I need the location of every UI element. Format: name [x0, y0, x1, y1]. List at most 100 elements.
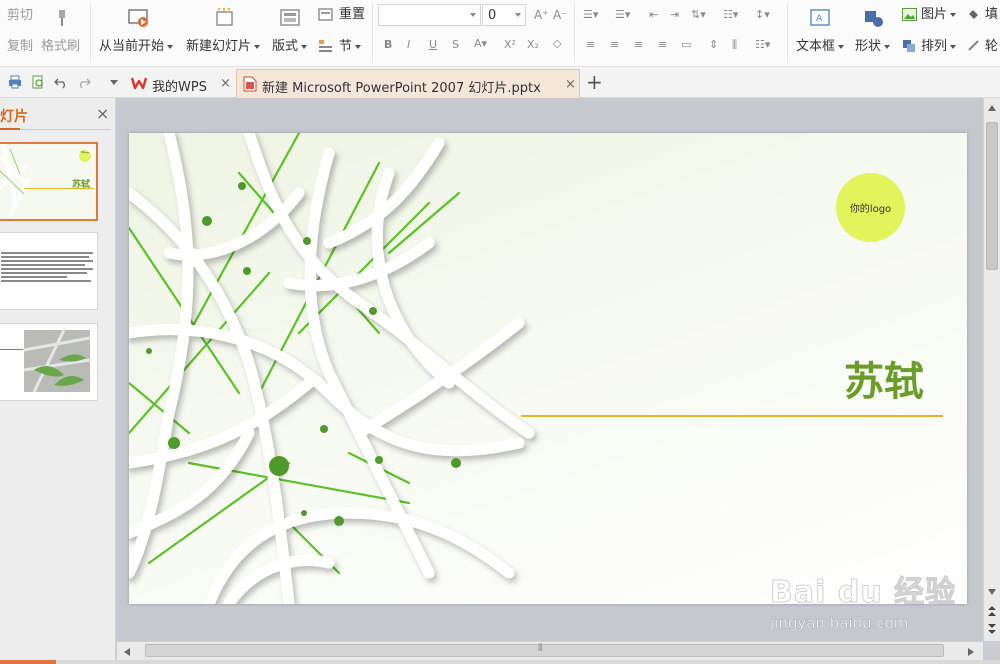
shape-icon: [865, 11, 883, 27]
redo-icon[interactable]: [77, 75, 91, 89]
undo-icon[interactable]: [54, 75, 68, 89]
pptx-file-icon: [243, 76, 257, 92]
align-center-icon[interactable]: ≡: [610, 39, 619, 51]
font-size-value: 0: [488, 8, 497, 23]
section-button[interactable]: 节: [339, 39, 362, 55]
previous-slide-icon[interactable]: [987, 605, 997, 617]
font-name-combobox[interactable]: [378, 4, 481, 26]
fill-button[interactable]: 填: [985, 7, 998, 23]
italic-icon[interactable]: I: [407, 39, 410, 51]
increase-indent-icon[interactable]: ⇥: [670, 9, 679, 21]
slide-thumbnail-3[interactable]: [0, 323, 98, 401]
shape-label: 形状: [855, 39, 882, 54]
layout-icon: [280, 9, 300, 26]
outline-icon: [968, 40, 979, 51]
title-underline: [521, 415, 943, 417]
vertical-scrollbar[interactable]: [983, 98, 1000, 641]
baidu-watermark: Bai du 经验 jingyan.baidu.com: [770, 575, 970, 632]
decrease-indent-icon[interactable]: ⇤: [649, 9, 658, 21]
branch-decoration-graphic: [129, 133, 535, 604]
columns-icon[interactable]: ⫼: [732, 39, 737, 51]
thumb-text-lines-graphic: [1, 252, 93, 282]
line-spacing-icon[interactable]: ↕▾: [755, 9, 770, 21]
subscript-icon[interactable]: X₂: [527, 39, 539, 51]
tab-my-wps[interactable]: 我的WPS ×: [126, 69, 234, 98]
from-current-label: 从当前开始: [99, 39, 165, 54]
slide-edit-area: 你的logo 苏轼 Bai du 经验 jingyan.baidu.com: [117, 98, 983, 641]
justify-icon[interactable]: ≡: [658, 39, 667, 51]
baidu-watermark-url: jingyan.baidu.com: [770, 614, 909, 633]
scroll-down-arrow-icon[interactable]: [987, 588, 997, 596]
slide-thumbnail-2[interactable]: [0, 232, 98, 310]
text-direction-icon[interactable]: ⇅▾: [691, 9, 706, 21]
ribbon-separator: [787, 4, 788, 62]
clear-format-icon[interactable]: ◇: [553, 38, 561, 50]
tab-presentation[interactable]: 新建 Microsoft PowerPoint 2007 幻灯片.pptx ×: [236, 69, 580, 98]
wps-presentation-window: 剪切 复制 格式刷 从当前开始 新建幻灯片 版式 重置 节 0 A⁺ A⁻ B …: [0, 0, 1000, 664]
numbering-icon[interactable]: ☰▾: [615, 9, 630, 21]
outline-button[interactable]: 轮: [985, 39, 998, 55]
layout-label: 版式: [272, 39, 299, 54]
distribute-icon[interactable]: ▭: [681, 39, 691, 51]
print-preview-icon[interactable]: [31, 75, 45, 89]
wps-logo-icon: [131, 77, 147, 90]
layout-button[interactable]: 版式: [272, 39, 308, 55]
baidu-watermark-brand: Bai du 经验: [770, 575, 957, 610]
slide-thumbnail-1[interactable]: 你的logo 苏轼: [0, 142, 98, 221]
shape-button[interactable]: 形状: [855, 39, 891, 55]
align-text-icon[interactable]: ☷▾: [723, 9, 738, 21]
scroll-right-arrow-icon[interactable]: [967, 647, 975, 657]
vertical-scroll-thumb[interactable]: [986, 122, 998, 270]
ribbon-separator: [372, 4, 373, 62]
thumb-logo-text: 你的logo: [80, 152, 90, 154]
picture-icon: [902, 8, 917, 21]
reset-icon: [318, 8, 333, 21]
tab-my-wps-close-icon[interactable]: ×: [220, 76, 231, 91]
from-current-button[interactable]: 从当前开始: [99, 39, 174, 55]
scroll-up-arrow-icon[interactable]: [987, 104, 997, 112]
svg-text:A: A: [816, 14, 823, 24]
status-bar-accent: [0, 660, 56, 664]
shrink-font-icon[interactable]: A⁻: [553, 9, 568, 21]
customize-toolbar-icon[interactable]: [107, 75, 121, 89]
thumb3-line: [0, 349, 23, 350]
close-panel-icon[interactable]: ×: [96, 106, 109, 122]
arrange-button[interactable]: 排列: [921, 39, 957, 55]
tab-presentation-close-icon[interactable]: ×: [565, 77, 576, 92]
bullets-icon[interactable]: ☰▾: [583, 9, 598, 21]
underline-icon[interactable]: U: [429, 39, 437, 51]
horizontal-scroll-thumb[interactable]: ⦀: [145, 643, 944, 657]
cut-button[interactable]: 剪切: [7, 8, 33, 24]
font-color-icon[interactable]: A▾: [474, 38, 487, 50]
smartart-icon[interactable]: ☷▾: [755, 39, 770, 51]
logo-placeholder-text: 你的logo: [849, 204, 892, 215]
textbox-button[interactable]: 文本框: [796, 39, 845, 55]
print-icon[interactable]: [8, 75, 22, 89]
align-right-icon[interactable]: ≡: [634, 39, 643, 51]
textbox-icon: A: [810, 9, 830, 26]
reset-button[interactable]: 重置: [339, 7, 365, 23]
new-slide-button[interactable]: 新建幻灯片: [186, 39, 261, 55]
new-tab-button[interactable]: +: [586, 70, 603, 94]
picture-button[interactable]: 图片: [921, 7, 957, 23]
next-slide-icon[interactable]: [987, 623, 997, 635]
status-bar: [0, 660, 1000, 664]
document-tab-bar: 我的WPS × 新建 Microsoft PowerPoint 2007 幻灯片…: [0, 67, 1000, 98]
format-painter-button[interactable]: 格式刷: [41, 39, 80, 55]
bold-icon[interactable]: B: [384, 39, 392, 51]
horizontal-scrollbar[interactable]: ⦀: [117, 641, 983, 660]
grow-font-icon[interactable]: A⁺: [534, 9, 549, 21]
scroll-grip-icon: ⦀: [538, 643, 543, 654]
format-painter-icon: [59, 10, 65, 26]
slide-panel-divider: [20, 129, 111, 130]
paragraph-spacing-icon[interactable]: ⇕: [709, 39, 718, 51]
copy-button[interactable]: 复制: [7, 39, 33, 55]
strikethrough-icon[interactable]: S: [452, 39, 459, 51]
align-left-icon[interactable]: ≡: [586, 39, 595, 51]
slide-canvas[interactable]: 你的logo 苏轼: [129, 133, 967, 604]
font-size-combobox[interactable]: 0: [482, 4, 526, 26]
scroll-left-arrow-icon[interactable]: [123, 647, 131, 657]
slide-title[interactable]: 苏轼: [819, 357, 949, 407]
arrange-icon: [903, 40, 915, 52]
superscript-icon[interactable]: X²: [504, 39, 516, 51]
